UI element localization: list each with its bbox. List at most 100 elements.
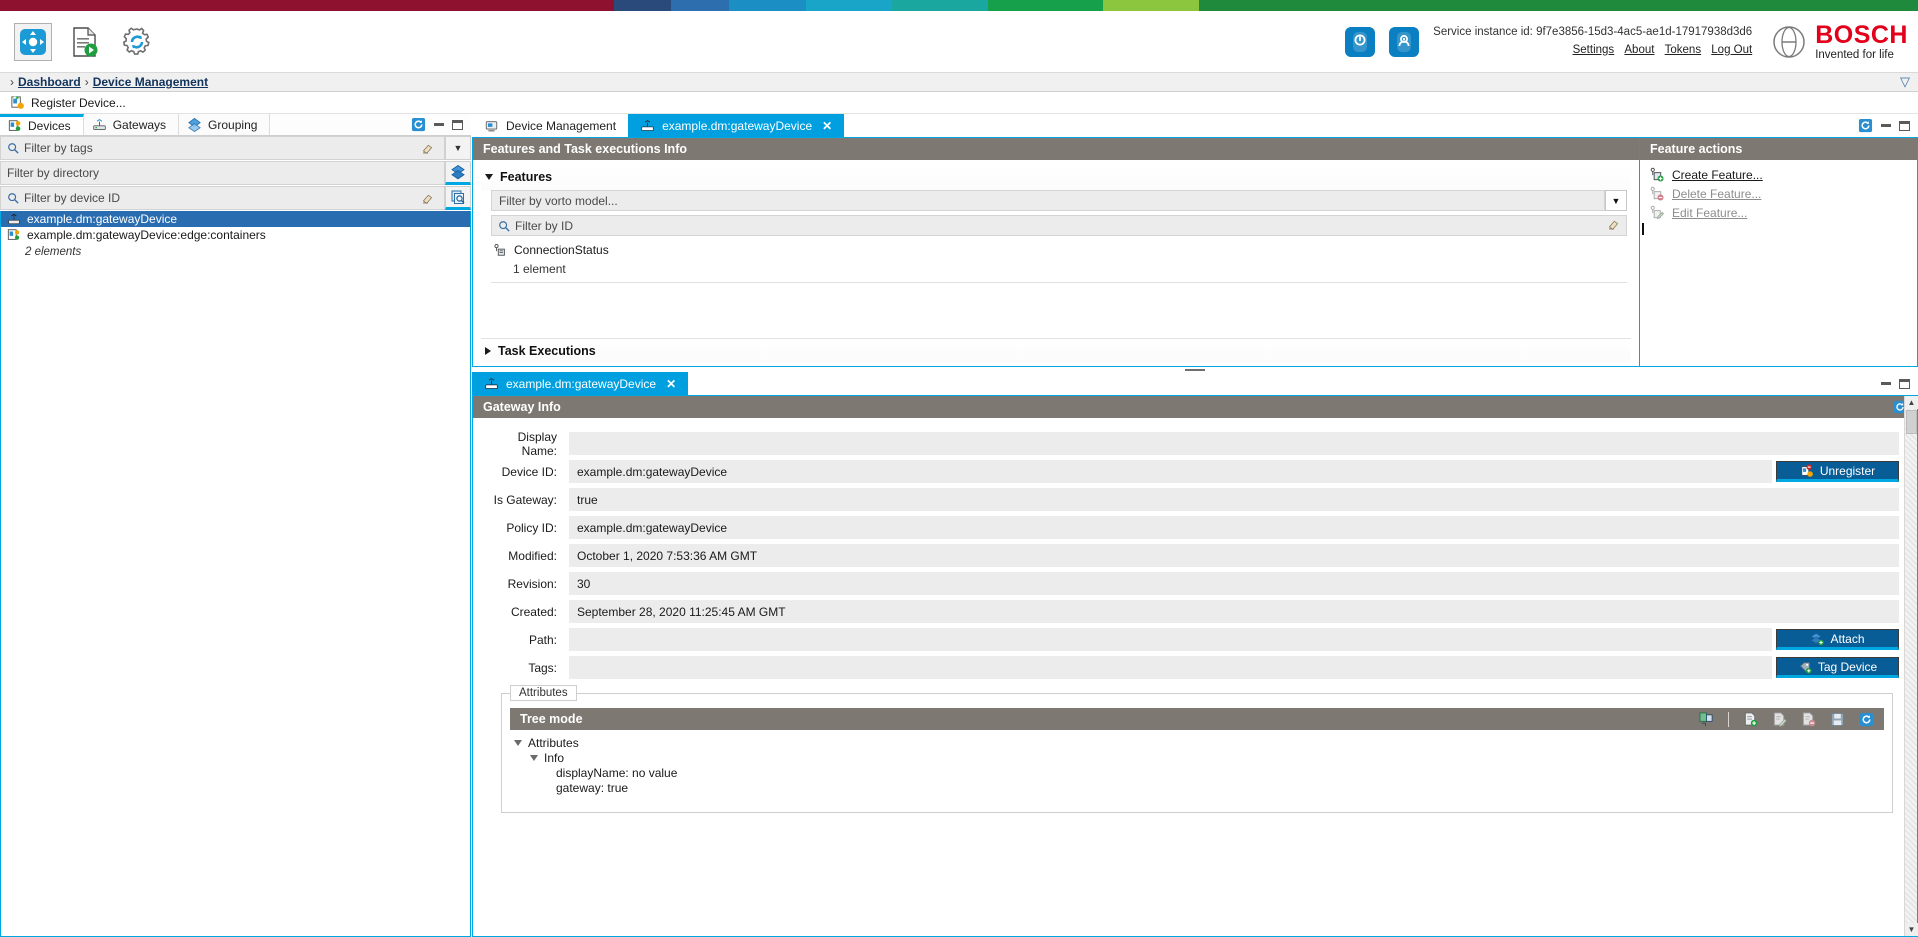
tags-dropdown-button[interactable]: ▼ [445,136,471,160]
service-instance-id: Service instance id: 9f7e3856-15d3-4ac5-… [1433,25,1753,38]
document-run-icon [73,26,98,57]
create-feature-action[interactable]: Create Feature... [1640,165,1917,184]
gateway-tree-node[interactable]: gateway: true [510,780,1884,795]
breadcrumb-item-dashboard[interactable]: Dashboard [18,75,81,89]
form-row-policy-id: Policy ID: example.dm:gatewayDevice [483,516,1899,539]
feature-actions-panel: Feature actions Create Feature... Delete… [1640,137,1918,367]
vorto-model-placeholder: Filter by vorto model... [499,193,618,208]
minimize-view-icon[interactable] [434,123,444,126]
eye-user-icon [1397,31,1412,52]
add-attribute-icon[interactable] [1743,711,1758,727]
tokens-link[interactable]: Tokens [1665,44,1701,56]
info-tree-node[interactable]: Info [510,750,1884,765]
clear-device-id-filter-icon[interactable] [416,192,438,205]
attributes-tree[interactable]: Attributes Info displayName: no value ga… [510,730,1884,795]
feature-list-item[interactable]: ConnectionStatus [491,240,1627,259]
devices-icon [8,120,21,131]
scroll-up-arrow-icon[interactable]: ▲ [1905,396,1918,409]
gateway-panel-scrollbar[interactable]: ▲ ▼ [1904,396,1918,936]
tab-devices[interactable]: Devices [0,114,84,135]
minimize-gateway-editor-icon[interactable] [1881,382,1891,385]
register-device-icon [11,95,24,109]
delete-attribute-icon[interactable] [1801,711,1816,727]
tree-item-edge-containers[interactable]: example.dm:gatewayDevice:edge:containers [1,227,470,243]
minimize-editor-icon[interactable] [1881,124,1891,127]
about-link[interactable]: About [1624,44,1654,56]
features-panel: Features and Task executions Info Featur… [472,137,1640,367]
things-browser-button[interactable] [1345,26,1376,57]
filter-directory-placeholder: Filter by directory [7,166,100,180]
filter-directory-input[interactable]: Filter by directory [0,161,445,185]
display-name-value[interactable] [569,432,1899,455]
editor-tab-device-management[interactable]: Device Management [472,114,628,137]
collapse-breadcrumb-icon[interactable]: ▽ [1900,74,1910,90]
refresh-icon[interactable] [1859,712,1874,727]
form-row-path: Path: Attach [483,628,1899,651]
app-header: Service instance id: 9f7e3856-15d3-4ac5-… [0,11,1918,72]
sync-settings-icon-button[interactable] [118,23,156,61]
gateway-info-title-label: Gateway Info [483,400,561,414]
vorto-model-dropdown-button[interactable]: ▼ [1605,190,1627,211]
task-executions-header[interactable]: Task Executions [481,339,1631,363]
scroll-down-arrow-icon[interactable]: ▼ [1905,923,1918,936]
features-section-header[interactable]: Features [481,168,1631,190]
tree-item-gateway-device[interactable]: example.dm:gatewayDevice [1,211,470,227]
dashboard-icon-button[interactable] [14,22,52,61]
tab-grouping-label: Grouping [208,117,258,132]
search-icon [8,143,19,154]
editor-area-controls [1850,114,1918,137]
search-devices-button[interactable] [445,186,471,210]
tab-grouping[interactable]: Grouping [179,114,271,135]
form-row-revision: Revision: 30 [483,572,1899,595]
devices-view-tabs: Devices Gateways Grouping [0,114,471,136]
feature-id-filter-input[interactable]: Filter by ID [491,215,1627,236]
unregister-button[interactable]: Unregister [1776,461,1899,482]
filter-tags-input[interactable]: Filter by tags [0,136,445,160]
refresh-icon[interactable] [411,117,426,132]
refresh-icon[interactable] [1858,118,1873,133]
vorto-model-input[interactable]: Filter by vorto model... [491,190,1605,211]
gateway-editor-tab-label: example.dm:gatewayDevice [506,376,657,391]
gateway-node-label: gateway: true [556,780,629,795]
close-tab-icon[interactable]: ✕ [666,377,676,391]
user-management-button[interactable] [1389,26,1420,57]
close-tab-icon[interactable]: ✕ [822,119,832,133]
unregister-icon [1801,463,1813,477]
grouping-icon [188,117,201,132]
edit-feature-action[interactable]: Edit Feature... [1640,203,1917,222]
attach-button[interactable]: Attach [1776,629,1899,650]
select-directory-button[interactable] [445,161,471,185]
provisioning-icon-button[interactable] [66,23,104,61]
edit-attribute-icon[interactable] [1772,711,1787,727]
attributes-tree-node[interactable]: Attributes [510,735,1884,750]
register-device-label[interactable]: Register Device... [31,96,126,110]
gateway-editor-tab[interactable]: example.dm:gatewayDevice ✕ [472,372,689,395]
filter-device-id-input[interactable]: Filter by device ID [0,186,445,210]
delete-feature-action[interactable]: Delete Feature... [1640,184,1917,203]
maximize-gateway-editor-icon[interactable] [1899,378,1910,389]
settings-link[interactable]: Settings [1573,44,1615,56]
filter-row-tags: Filter by tags ▼ [0,136,471,161]
feature-actions-list: Create Feature... Delete Feature... Edit… [1640,160,1917,235]
save-icon[interactable] [1830,712,1845,727]
device-id-value: example.dm:gatewayDevice [569,460,1772,483]
table-mode-icon[interactable] [1699,711,1714,727]
eraser-icon [1608,220,1619,230]
editor-area: Device Management example.dm:gatewayDevi… [472,114,1918,937]
device-management-icon [485,120,498,131]
maximize-editor-icon[interactable] [1899,120,1910,131]
clear-feature-filter-icon[interactable] [1607,218,1620,234]
clear-tags-filter-icon[interactable] [416,142,438,155]
breadcrumb-item-device-management[interactable]: Device Management [93,75,208,89]
tag-device-icon [1799,661,1812,674]
device-tree[interactable]: example.dm:gatewayDevice example.dm:gate… [0,211,471,937]
tag-device-button[interactable]: Tag Device [1776,657,1899,678]
logout-link[interactable]: Log Out [1711,44,1752,56]
display-name-tree-node[interactable]: displayName: no value [510,765,1884,780]
scrollbar-thumb[interactable] [1906,410,1917,434]
created-label: Created: [510,604,557,619]
editor-tab-gateway-device[interactable]: example.dm:gatewayDevice ✕ [628,114,845,137]
tab-gateways[interactable]: Gateways [83,114,180,135]
maximize-view-icon[interactable] [452,119,463,130]
expand-arrow-icon [514,739,522,746]
